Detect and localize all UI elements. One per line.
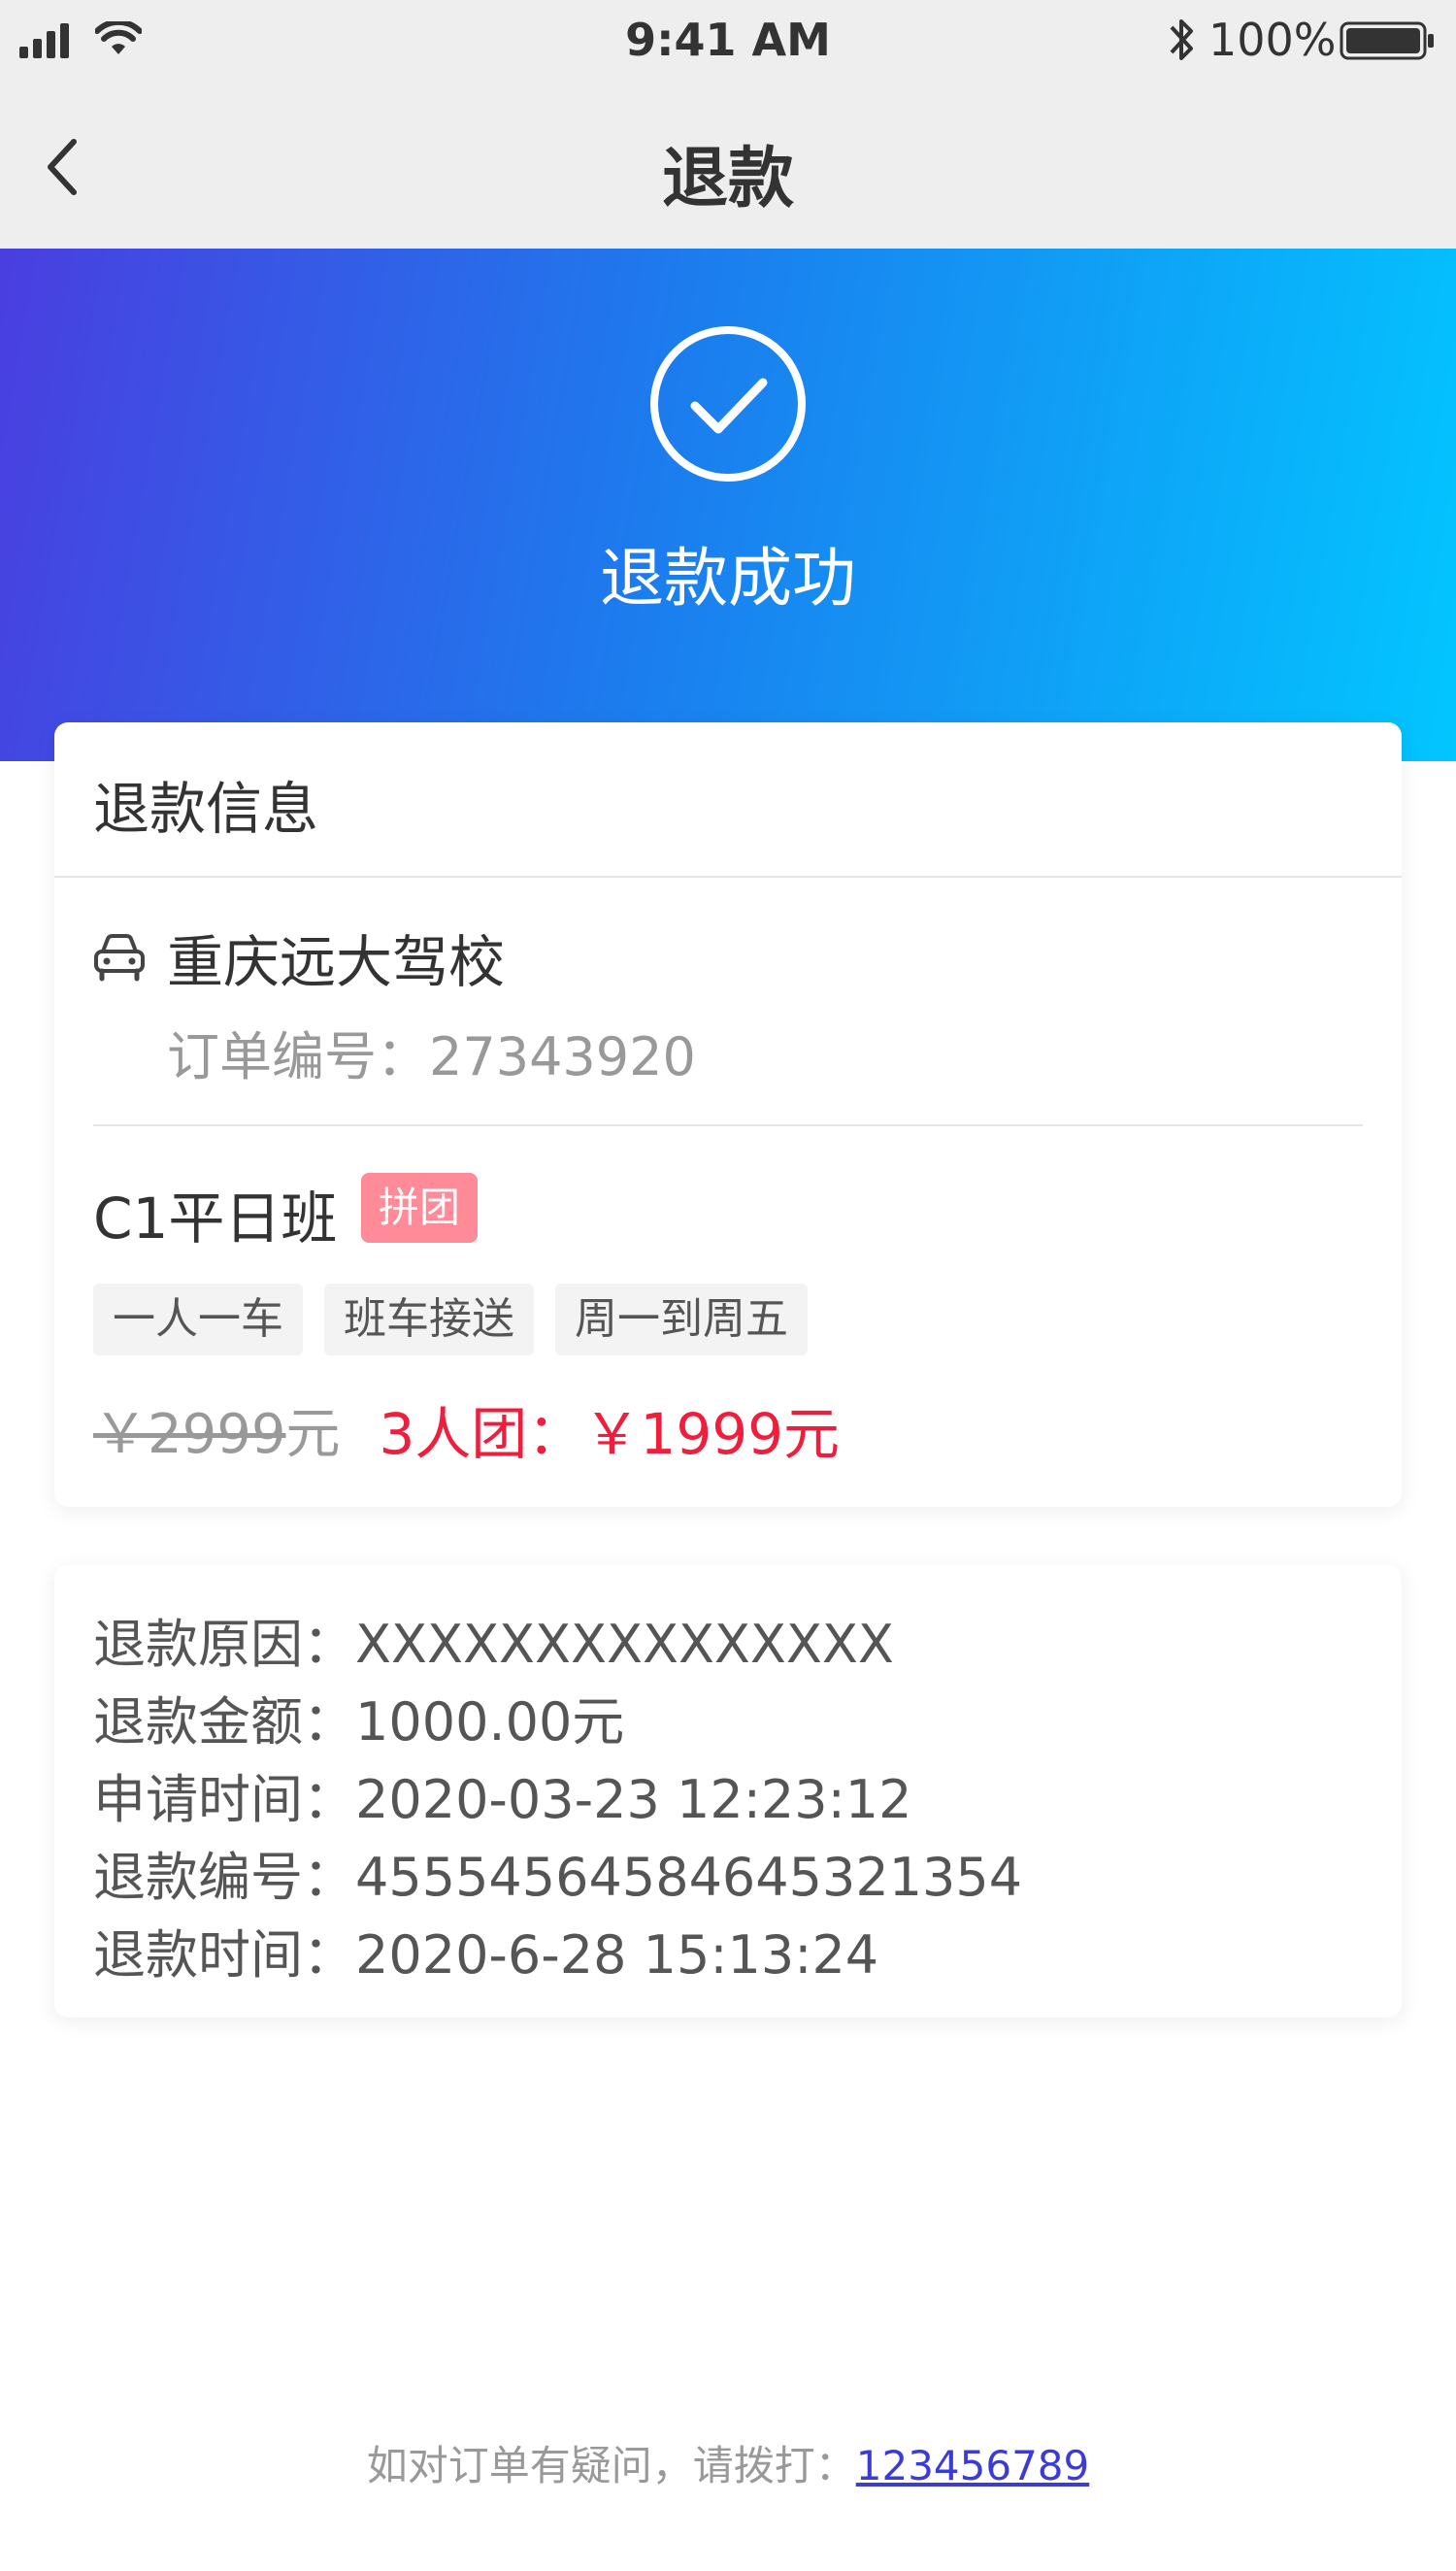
- page-title: 退款: [661, 141, 794, 217]
- order-number: 订单编号：27343920: [167, 1026, 696, 1087]
- school-name: 重庆远大驾校: [167, 929, 506, 995]
- bluetooth-icon: [1170, 19, 1193, 60]
- group-buy-badge: 拼团: [361, 1173, 479, 1243]
- battery-percent: 100%: [1208, 14, 1337, 66]
- class-name: C1平日班: [93, 1185, 338, 1252]
- feature-tag: 班车接送: [324, 1284, 534, 1355]
- feature-tag: 一人一车: [93, 1284, 303, 1355]
- status-bar: 9:41 AM 100%: [0, 0, 1456, 85]
- feature-tag: 周一到周五: [555, 1284, 808, 1355]
- divider: [54, 876, 1402, 878]
- success-title: 退款成功: [600, 541, 856, 616]
- footer-help: 如对订单有疑问，请拨打：123456789: [0, 2433, 1456, 2492]
- refund-time: 退款时间：2020-6-28 15:13:24: [93, 1924, 879, 1986]
- refund-amount: 退款金额：1000.00元: [93, 1691, 625, 1753]
- apply-time: 申请时间：2020-03-23 12:23:12: [93, 1769, 912, 1830]
- car-icon: [94, 934, 145, 982]
- nav-bar: 退款: [0, 85, 1456, 249]
- divider: [93, 1124, 1363, 1126]
- check-circle-icon: [650, 326, 806, 482]
- refund-number: 退款编号：4555456458464532135​4: [93, 1847, 1023, 1908]
- detail-list: 退款原因：XXXXXXXXXXXXXXX 退款金额：1000.00元 申请时间：…: [93, 1606, 1022, 1994]
- refund-success-banner: 退款成功: [0, 249, 1456, 761]
- phone-link[interactable]: 123456789: [856, 2442, 1090, 2489]
- price-row: ￥2999 元 3人团：￥1999元: [93, 1390, 840, 1468]
- battery-icon: [1340, 21, 1434, 60]
- refund-info-card: 退款信息 重庆远大驾校 订单编号：27343920 C1平日班 拼团 一人一车 …: [54, 722, 1402, 1507]
- original-price-unit: 元: [285, 1402, 341, 1466]
- feature-tags: 一人一车 班车接送 周一到周五: [93, 1284, 808, 1355]
- card-title: 退款信息: [93, 776, 319, 842]
- group-price: 3人团：￥1999元: [379, 1401, 841, 1467]
- refund-reason: 退款原因：XXXXXXXXXXXXXXX: [93, 1614, 894, 1675]
- footer-text: 如对订单有疑问，请拨打：: [366, 2442, 856, 2489]
- refund-detail-card: 退款原因：XXXXXXXXXXXXXXX 退款金额：1000.00元 申请时间：…: [54, 1565, 1402, 2018]
- original-price: ￥2999: [93, 1402, 286, 1466]
